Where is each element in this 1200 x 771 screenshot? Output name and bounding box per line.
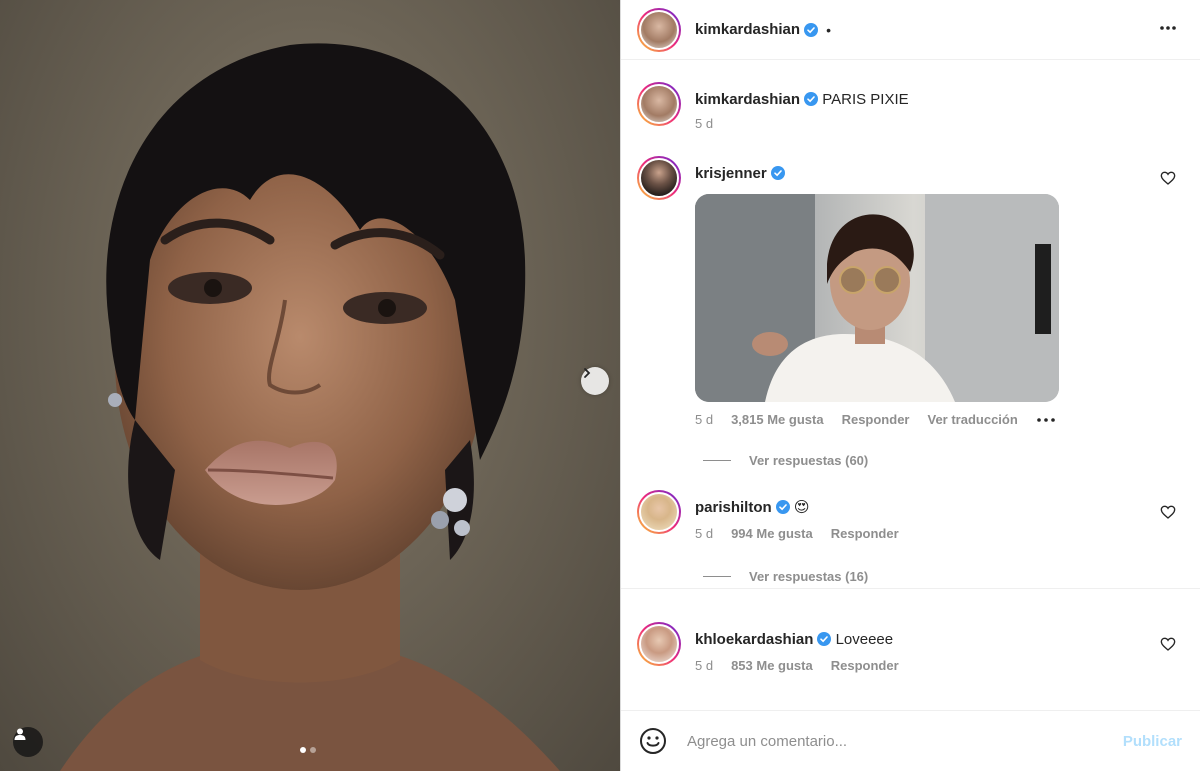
comment-text: Loveeee (835, 631, 894, 648)
comment-reply-button[interactable]: Responder (842, 412, 910, 427)
user-tag-icon (14, 728, 26, 740)
publish-button[interactable]: Publicar (1123, 733, 1182, 750)
view-replies-label[interactable]: Ver respuestas (60) (749, 453, 868, 468)
carousel-dot (310, 747, 316, 753)
comment-composer: Publicar (621, 710, 1200, 771)
caption-time: 5 d (695, 116, 714, 131)
more-icon[interactable] (1158, 18, 1178, 38)
replies-divider (703, 576, 731, 577)
heart-icon[interactable] (1160, 170, 1176, 186)
commenter-avatar[interactable] (637, 156, 681, 200)
caption-avatar[interactable] (637, 82, 681, 126)
comment-item: parishilton 😍 5 d 994 Me gusta Responder (637, 490, 1184, 541)
comment-reply-button[interactable]: Responder (831, 526, 899, 541)
post-header: kimkardashian • (621, 0, 1200, 60)
carousel-indicator (300, 747, 316, 753)
comment-input[interactable] (687, 732, 1097, 750)
portrait-image (60, 43, 560, 771)
verified-icon (804, 92, 819, 106)
author-avatar[interactable] (637, 7, 681, 52)
post-photo[interactable] (0, 0, 620, 771)
view-replies-label[interactable]: Ver respuestas (16) (749, 569, 868, 584)
caption-text: PARIS PIXIE (822, 91, 909, 108)
section-divider (621, 588, 1200, 589)
commenter-avatar[interactable] (637, 490, 681, 534)
caption-username[interactable]: kimkardashian (695, 91, 800, 108)
verified-icon (775, 500, 790, 514)
post-details-panel: kimkardashian • kimkardashian PARIS PIXI… (620, 0, 1200, 771)
post-caption: kimkardashian PARIS PIXIE 5 d (637, 82, 1184, 131)
commenter-username[interactable]: krisjenner (695, 165, 767, 182)
verified-icon (770, 166, 785, 180)
user-tag-button[interactable] (13, 727, 43, 757)
verified-icon (817, 632, 832, 646)
emoji-icon[interactable] (639, 727, 667, 755)
comment-time: 5 d (695, 412, 714, 427)
replies-divider (703, 460, 731, 461)
carousel-next-button[interactable] (581, 367, 609, 395)
gif-image (695, 194, 1059, 402)
heart-icon[interactable] (1160, 504, 1176, 520)
comment-likes-link[interactable]: 3,815 Me gusta (731, 412, 824, 427)
comment-time: 5 d (695, 526, 714, 541)
verified-icon (804, 22, 819, 37)
commenter-username[interactable]: parishilton (695, 499, 772, 516)
comment-likes-link[interactable]: 994 Me gusta (731, 526, 813, 541)
commenter-avatar[interactable] (637, 622, 681, 666)
comment-item: krisjenner 5 d 3,815 Me gusta Responder … (637, 156, 1184, 427)
view-replies-button[interactable]: Ver respuestas (60) (703, 453, 868, 468)
commenter-username[interactable]: khloekardashian (695, 631, 813, 648)
comment-options-icon[interactable] (1036, 417, 1056, 423)
chevron-right-icon (584, 368, 591, 378)
author-username[interactable]: kimkardashian (695, 21, 800, 38)
comment-gif[interactable] (695, 194, 1059, 402)
comment-likes-link[interactable]: 853 Me gusta (731, 658, 813, 673)
comment-time: 5 d (695, 658, 714, 673)
carousel-dot-active (300, 747, 306, 753)
comment-item: khloekardashian Loveeee 5 d 853 Me gusta… (637, 622, 1184, 673)
heart-icon[interactable] (1160, 636, 1176, 652)
comment-text: 😍 (793, 499, 810, 516)
view-replies-button[interactable]: Ver respuestas (16) (703, 569, 868, 584)
header-separator: • (826, 21, 831, 38)
comment-translate-button[interactable]: Ver traducción (927, 412, 1017, 427)
comment-reply-button[interactable]: Responder (831, 658, 899, 673)
